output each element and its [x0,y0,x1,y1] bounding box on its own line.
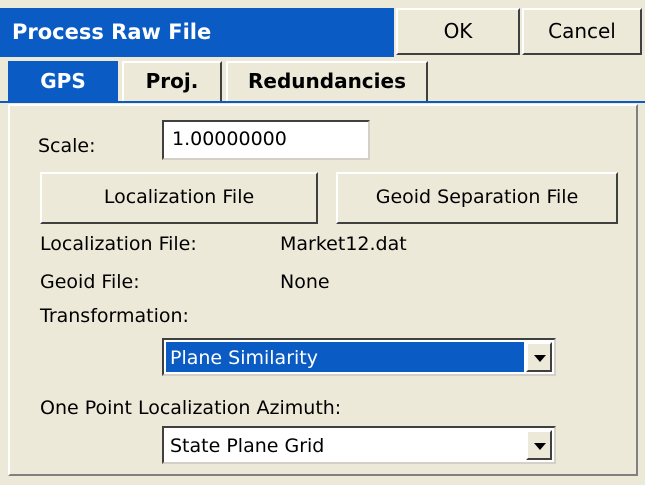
tab-underline [0,101,645,103]
process-raw-file-dialog: Process Raw File OK Cancel GPS Proj. Red… [0,0,645,485]
azimuth-select[interactable]: State Plane Grid [162,426,556,464]
scale-label: Scale: [38,135,96,157]
tab-gps[interactable]: GPS [8,61,118,101]
geoid-file-label: Geoid File: [40,271,140,293]
localization-file-label: Localization File: [40,233,197,255]
ok-button[interactable]: OK [396,8,520,55]
azimuth-selected-value: State Plane Grid [170,435,325,457]
tab-bar: GPS Proj. Redundancies [0,59,645,103]
transformation-selected-value: Plane Similarity [166,342,524,372]
scale-input[interactable]: 1.00000000 [162,120,370,160]
tab-redundancies[interactable]: Redundancies [226,61,428,101]
transformation-select[interactable]: Plane Similarity [162,338,556,376]
gps-panel: Scale: 1.00000000 Localization File Geoi… [8,104,638,476]
geoid-file-value: None [280,271,330,293]
title-background: Process Raw File [0,8,394,57]
chevron-down-icon[interactable] [526,430,552,460]
localization-file-button[interactable]: Localization File [40,172,318,224]
transformation-label: Transformation: [40,305,189,327]
chevron-down-icon[interactable] [526,342,552,372]
localization-file-value: Market12.dat [280,233,407,255]
tab-proj[interactable]: Proj. [122,61,222,101]
azimuth-label: One Point Localization Azimuth: [40,397,342,419]
window-title: Process Raw File [12,20,212,44]
cancel-button[interactable]: Cancel [522,8,642,55]
title-bar: Process Raw File OK Cancel [0,0,645,59]
geoid-separation-file-button[interactable]: Geoid Separation File [336,172,618,224]
